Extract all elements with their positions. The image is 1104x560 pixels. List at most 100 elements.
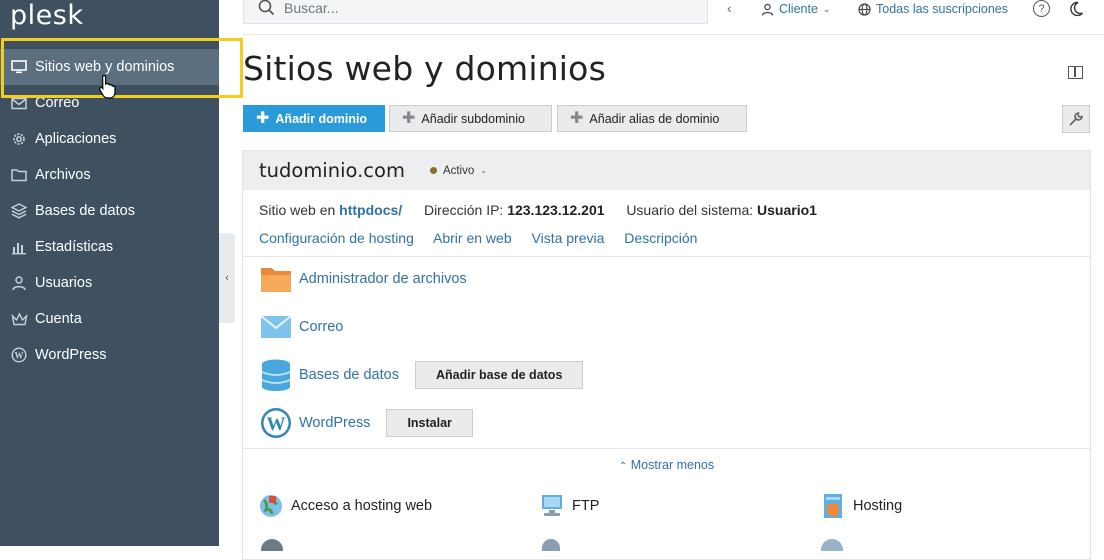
search-input[interactable]: Buscar... [243,0,708,24]
database-icon [10,202,28,220]
chevron-down-icon: ⌄ [822,3,831,14]
add-subdomain-button[interactable]: ✚ Añadir subdominio [389,105,552,132]
gear-icon [10,130,28,148]
plus-icon: ✚ [402,109,416,127]
sidebar-item-label: WordPress [35,347,107,363]
mail-label: Correo [299,319,344,335]
server-shield-icon [821,493,845,519]
domain-card: tudominio.com Activo ⌄ Sitio web en http… [242,150,1091,560]
globe-icon [858,2,871,16]
mail-icon [10,94,28,112]
show-less-link[interactable]: ⌃ Mostrar menos [243,458,1090,472]
user-icon [10,274,28,292]
bar-chart-icon [10,238,28,256]
sidebar-item-label: Bases de datos [35,203,135,219]
sidebar-item-account[interactable]: Cuenta [0,301,219,337]
client-label: Cliente [779,2,818,16]
client-menu[interactable]: Cliente ⌄ [761,2,830,16]
hand-cursor-icon [98,74,118,105]
wordpress-icon: W [259,406,293,440]
sidebar-item-databases[interactable]: Bases de datos [0,193,219,229]
plesk-logo[interactable]: plesk [10,0,83,31]
wordpress-link[interactable]: WordPress [299,415,370,431]
status-badge[interactable]: Activo ⌄ [429,164,487,177]
sidebar-item-label: Cuenta [35,311,82,327]
domain-info-row: Sitio web en httpdocs/ Dirección IP: 123… [259,202,817,218]
show-less-label: Mostrar menos [630,458,715,472]
add-alias-button[interactable]: ✚ Añadir alias de dominio [557,105,747,132]
databases-link[interactable]: Bases de datos [299,367,399,383]
system-user-value: Usuario1 [757,202,817,218]
mail-tool[interactable]: Correo [259,310,343,344]
wrench-icon [1069,112,1083,126]
top-bar: Buscar... ‹ Cliente ⌄ Todas las suscripc… [243,0,1104,34]
add-alias-label: Añadir alias de dominio [589,111,720,126]
sidebar-item-label: Archivos [35,167,91,183]
sidebar-collapse-toggle[interactable]: ‹ [219,233,235,323]
help-icon[interactable]: ? [1033,0,1050,17]
subscriptions-menu[interactable]: Todas las suscripciones [858,2,1008,16]
web-hosting-access-label: Acceso a hosting web [291,498,433,514]
website-path-link[interactable]: httpdocs/ [339,202,402,218]
partial-icon [821,539,843,551]
sidebar-item-label: Usuarios [35,275,93,291]
open-in-web-link[interactable]: Abrir en web [433,230,512,246]
wordpress-icon: W [10,346,28,364]
add-subdomain-label: Añadir subdominio [421,111,525,126]
monitor-icon [10,58,28,76]
svg-text:W: W [15,351,24,361]
folder-icon [10,166,28,184]
domain-name[interactable]: tudominio.com [259,159,405,182]
sidebar-item-label: Estadísticas [35,239,114,255]
sidebar-item-label: Sitios web y dominios [35,59,175,75]
ip-value: 123.123.12.201 [507,202,605,218]
sidebar-item-applications[interactable]: Aplicaciones [0,121,219,157]
domain-card-header: tudominio.com Activo ⌄ [243,151,1090,190]
preview-link[interactable]: Vista previa [532,230,605,246]
sidebar-item-label: Correo [35,95,80,111]
hosting-settings-link[interactable]: Configuración de hosting [259,230,414,246]
plus-icon: ✚ [256,109,270,127]
chevron-left-icon: ‹ [225,272,229,284]
databases-tool: Bases de datos Añadir base de datos [259,358,584,392]
chevron-left-icon[interactable]: ‹ [727,0,732,16]
ftp-icon [540,493,564,519]
file-manager-label: Administrador de archivos [299,271,467,287]
ip-label: Dirección IP: [423,202,504,218]
install-button[interactable]: Instalar [386,409,473,437]
sidebar-item-files[interactable]: Archivos [0,157,219,193]
hosting-item[interactable]: Hosting [821,493,902,519]
divider [243,448,1090,449]
globe-hosting-icon [259,493,283,519]
status-label: Activo [442,164,475,177]
ftp-label: FTP [572,498,600,514]
web-hosting-access-item[interactable]: Acceso a hosting web [259,493,432,519]
svg-text:W: W [267,414,286,435]
file-manager-tool[interactable]: Administrador de archivos [259,262,467,296]
domain-links-row: Configuración de hosting Abrir en web Vi… [259,230,713,246]
settings-button[interactable] [1062,105,1090,133]
mail-icon [259,310,293,344]
moon-icon[interactable] [1069,1,1084,22]
system-user-label: Usuario del sistema: [626,202,754,218]
page-title: Sitios web y dominios [243,49,606,88]
plus-icon: ✚ [570,109,584,127]
sidebar-item-label: Aplicaciones [35,131,117,147]
panel-toggle-icon[interactable] [1068,66,1083,79]
sidebar-item-statistics[interactable]: Estadísticas [0,229,219,265]
folder-icon [259,262,293,296]
divider [243,256,1090,257]
add-database-button[interactable]: Añadir base de datos [414,361,584,389]
crown-icon [10,310,28,328]
ftp-item[interactable]: FTP [540,493,599,519]
add-domain-button[interactable]: ✚ Añadir dominio [243,105,385,132]
database-icon [259,358,293,392]
search-icon [258,0,275,16]
description-link[interactable]: Descripción [624,230,697,246]
partial-icon [261,539,283,551]
partial-icon [542,539,560,551]
sidebar-item-users[interactable]: Usuarios [0,265,219,301]
search-placeholder: Buscar... [284,0,339,16]
website-label: Sitio web en [259,202,336,218]
sidebar-item-wordpress[interactable]: W WordPress [0,337,219,373]
